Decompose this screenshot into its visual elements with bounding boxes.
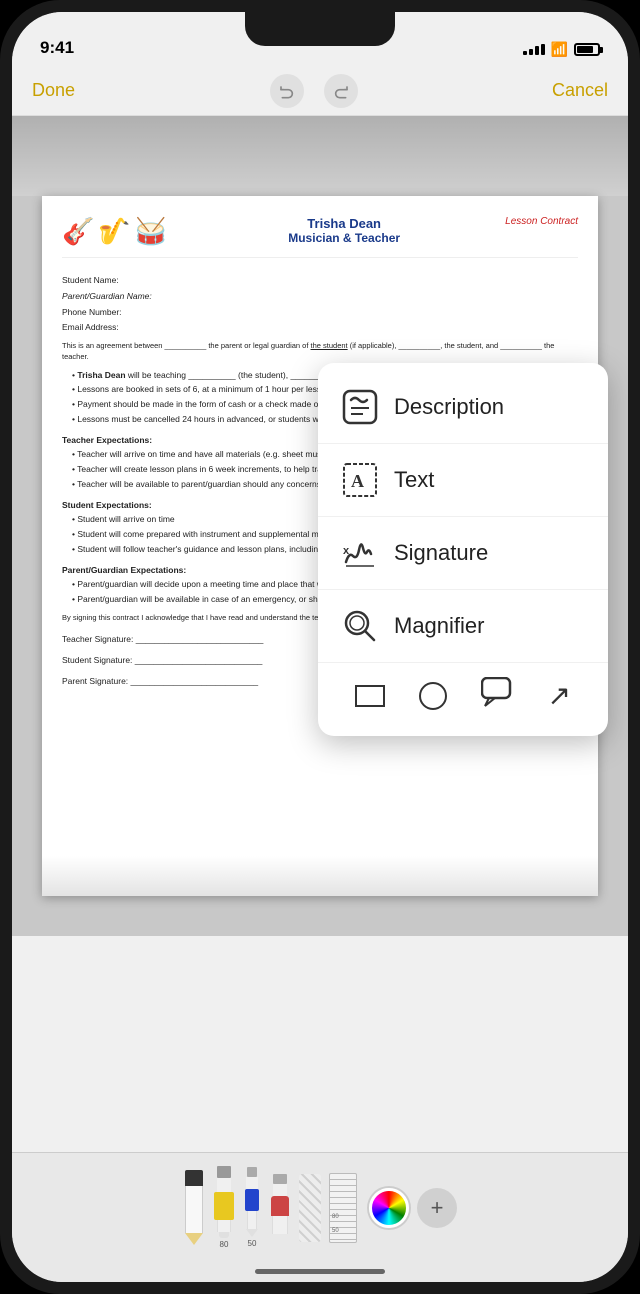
svg-text:A: A bbox=[351, 471, 364, 491]
field-parent: Parent/Guardian Name: bbox=[62, 290, 578, 303]
callout-shape[interactable] bbox=[481, 677, 513, 714]
shapes-row: ↗ bbox=[318, 663, 608, 728]
student-name-label: Student Name: bbox=[62, 275, 119, 285]
parent-label: Parent/Guardian Name: bbox=[62, 291, 152, 301]
plus-icon: + bbox=[431, 1195, 444, 1221]
arrow-shape[interactable]: ↗ bbox=[547, 679, 570, 712]
bar3 bbox=[535, 46, 539, 55]
phone-frame: 9:41 📶 Done bbox=[0, 0, 640, 1294]
battery-fill bbox=[577, 46, 593, 53]
notch bbox=[245, 12, 395, 46]
done-button[interactable]: Done bbox=[32, 80, 75, 101]
doc-artist-name: Trisha Dean bbox=[183, 216, 505, 231]
battery-icon bbox=[574, 43, 600, 56]
doc-agreement-text: This is an agreement between __________ … bbox=[62, 340, 578, 363]
email-label: Email Address: bbox=[62, 322, 119, 332]
phone-label: Phone Number: bbox=[62, 307, 122, 317]
text-label: Text bbox=[394, 467, 434, 493]
toolbar: 80 50 bbox=[12, 1152, 628, 1282]
pencil-tool[interactable] bbox=[183, 1170, 205, 1245]
bar2 bbox=[529, 49, 533, 55]
document-container: 🎸 🎷 🥁 Trisha Dean Musician & Teacher Les… bbox=[12, 116, 628, 936]
screen: 9:41 📶 Done bbox=[12, 12, 628, 1282]
guitar-icon: 🎸 bbox=[62, 216, 94, 247]
doc-contract-label: Lesson Contract bbox=[505, 216, 578, 227]
signal-bars bbox=[523, 44, 545, 55]
cancel-button[interactable]: Cancel bbox=[552, 80, 608, 101]
signature-label: Signature bbox=[394, 540, 488, 566]
doc-artist-subtitle: Musician & Teacher bbox=[183, 231, 505, 245]
description-label: Description bbox=[394, 394, 504, 420]
bar1 bbox=[523, 51, 527, 55]
doc-logo: 🎸 🎷 🥁 bbox=[62, 216, 167, 247]
field-email: Email Address: bbox=[62, 321, 578, 334]
status-icons: 📶 bbox=[523, 41, 600, 58]
wifi-icon: 📶 bbox=[551, 41, 568, 58]
signature-icon: x bbox=[338, 531, 382, 575]
doc-fade bbox=[42, 856, 598, 896]
eraser-tool[interactable] bbox=[269, 1174, 291, 1242]
nav-center bbox=[270, 74, 358, 108]
undo-button[interactable] bbox=[270, 74, 304, 108]
redo-button[interactable] bbox=[324, 74, 358, 108]
pen-blue-tool[interactable]: 50 bbox=[243, 1167, 261, 1248]
popup-item-text[interactable]: A Text bbox=[318, 444, 608, 517]
ruler-tool[interactable]: 80 50 bbox=[329, 1173, 357, 1243]
bar4 bbox=[541, 44, 545, 55]
drum-icon: 🥁 bbox=[135, 216, 167, 247]
nav-bar: Done Cancel bbox=[12, 66, 628, 116]
home-indicator bbox=[255, 1269, 385, 1274]
popup-item-description[interactable]: Description bbox=[318, 371, 608, 444]
text-icon: A bbox=[338, 458, 382, 502]
popup-menu: Description A Text bbox=[318, 363, 608, 736]
rectangle-shape[interactable] bbox=[355, 685, 385, 707]
description-icon bbox=[338, 385, 382, 429]
status-time: 9:41 bbox=[40, 38, 74, 58]
field-phone: Phone Number: bbox=[62, 306, 578, 319]
add-tool-button[interactable]: + bbox=[417, 1188, 457, 1228]
brush-tool[interactable] bbox=[299, 1174, 321, 1242]
doc-header: 🎸 🎷 🥁 Trisha Dean Musician & Teacher Les… bbox=[62, 216, 578, 258]
doc-title: Trisha Dean Musician & Teacher bbox=[183, 216, 505, 245]
doc-shadow-top bbox=[12, 116, 628, 196]
saxophone-icon: 🎷 bbox=[98, 216, 130, 247]
highlighter-yellow-tool[interactable]: 80 bbox=[213, 1166, 235, 1249]
popup-item-signature[interactable]: x Signature bbox=[318, 517, 608, 590]
color-picker[interactable] bbox=[369, 1188, 409, 1228]
svg-text:x: x bbox=[343, 545, 350, 557]
field-student-name: Student Name: bbox=[62, 274, 578, 287]
magnifier-icon bbox=[338, 604, 382, 648]
circle-shape[interactable] bbox=[419, 682, 447, 710]
magnifier-label: Magnifier bbox=[394, 613, 484, 639]
popup-item-magnifier[interactable]: Magnifier bbox=[318, 590, 608, 663]
